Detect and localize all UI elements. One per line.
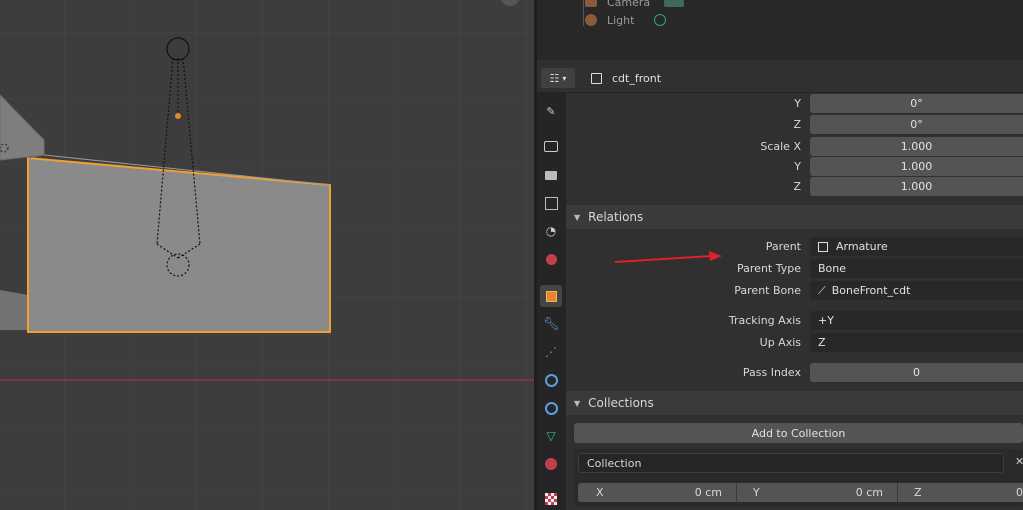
tab-world[interactable] [540,248,562,270]
camera-icon [585,0,597,7]
background-mesh-lower [0,290,28,330]
render-icon [544,140,558,152]
collection-name-field[interactable]: Collection [578,453,1004,473]
expand-triangle-icon: ▼ [574,398,581,408]
tab-texture[interactable] [540,488,562,510]
parent-field[interactable]: Armature [810,237,1023,256]
collections-title: Collections [588,396,654,410]
relations-panel-header[interactable]: ▼ Relations [566,205,1023,229]
outliner-item-label: Camera [607,0,651,9]
scale-x-label: Scale X [760,140,801,153]
rotation-y-label: Y [794,97,801,110]
properties-header: ☷ ▾ cdt_front [537,64,1023,93]
parent-type-label: Parent Type [737,262,801,275]
offset-z-label: Z [914,486,922,499]
physics-icon [544,373,558,387]
particles-icon: ⋰ [545,345,557,359]
relations-title: Relations [588,210,644,224]
properties-tabs: ✎ ◔ 🔧︎ ⋰ ▽ [537,93,566,510]
selected-object-cdt-front [27,156,331,333]
close-icon[interactable]: ✕ [1015,455,1023,468]
scene-icon: ◔ [545,224,557,238]
up-axis-dropdown[interactable]: Z [810,333,1023,352]
scale-z-label: Z [793,180,801,193]
tab-constraints[interactable] [540,397,562,419]
offset-x-label: X [596,486,604,499]
texture-icon [545,493,557,505]
expand-triangle-icon: ▼ [574,212,581,222]
properties-editor-icon: ☷ [549,71,560,85]
chevron-down-icon: ▾ [562,73,567,83]
offset-z-field[interactable]: Z 0 [898,483,1023,502]
bone-icon: ⟋ [818,283,826,297]
light-data-icon [654,14,667,26]
parent-bone-field[interactable]: ⟋ BoneFront_cdt [810,281,1023,300]
output-icon [545,170,557,180]
viewport-canvas [0,0,534,510]
collection-name: Collection [587,456,642,470]
tracking-axis-dropdown[interactable]: +Y [810,311,1023,330]
outliner-item-camera[interactable]: Camera [585,0,685,11]
mesh-data-icon: ▽ [546,429,556,443]
scale-y-label: Y [794,160,801,173]
parent-bone-label: Parent Bone [734,284,801,297]
tab-modifiers[interactable]: 🔧︎ [540,313,562,335]
camera-data-icon [664,0,685,7]
offset-z-value: 0 [1016,486,1023,499]
tab-object[interactable] [540,285,562,307]
outliner-item-label: Light [607,13,635,27]
tab-render[interactable] [540,135,562,157]
wrench-icon: 🔧︎ [542,316,560,332]
pass-index-field[interactable]: 0 [810,363,1023,382]
tracking-axis-label: Tracking Axis [728,314,801,327]
properties-content: Y 0° Z 0° Scale X 1.000 Y 1.000 Z 1.000 … [566,93,1023,510]
parent-bone-value: BoneFront_cdt [831,284,911,297]
tab-tool[interactable]: ✎ [540,100,562,122]
add-to-collection-button[interactable]: Add to Collection [574,423,1023,443]
rotation-z-label: Z [793,118,801,131]
tab-data[interactable]: ▽ [540,425,562,447]
tab-particles[interactable]: ⋰ [540,341,562,363]
scale-x-field[interactable]: 1.000 [810,137,1023,156]
parent-value: Armature [836,240,888,253]
offset-y-label: Y [753,486,760,499]
light-icon [585,14,597,26]
object-icon [591,72,602,84]
rotation-z-field[interactable]: 0° [810,115,1023,134]
object-name: cdt_front [612,71,662,85]
collections-panel-header[interactable]: ▼ Collections [566,391,1023,415]
tab-material[interactable] [540,453,562,475]
up-axis-label: Up Axis [759,336,801,349]
offset-y-field[interactable]: Y 0 cm [737,483,898,502]
object-properties-icon [545,290,557,302]
world-icon [545,253,557,265]
view-layer-icon [544,196,558,210]
constraints-icon [544,401,558,415]
editor-type-dropdown[interactable]: ☷ ▾ [541,68,575,88]
tab-output[interactable] [540,164,562,186]
object-icon [818,241,828,252]
pass-index-label: Pass Index [742,366,801,379]
parent-type-dropdown[interactable]: Bone [810,259,1023,278]
material-icon [545,458,557,470]
tab-physics[interactable] [540,369,562,391]
outliner-item-light[interactable]: Light [585,11,667,29]
offset-x-field[interactable]: X 0 cm [578,483,737,502]
scale-y-field[interactable]: 1.000 [810,157,1023,176]
tool-icon: ✎ [546,104,556,118]
offset-fields: X 0 cm Y 0 cm Z 0 [578,483,1023,502]
object-origin [175,113,181,119]
offset-y-value: 0 cm [855,486,883,499]
tab-view-layer[interactable] [540,192,562,214]
3d-viewport[interactable] [0,0,534,510]
scale-z-field[interactable]: 1.000 [810,177,1023,196]
rotation-y-field[interactable]: 0° [810,94,1023,113]
tab-scene[interactable]: ◔ [540,220,562,242]
parent-label: Parent [765,240,801,253]
offset-x-value: 0 cm [694,486,722,499]
